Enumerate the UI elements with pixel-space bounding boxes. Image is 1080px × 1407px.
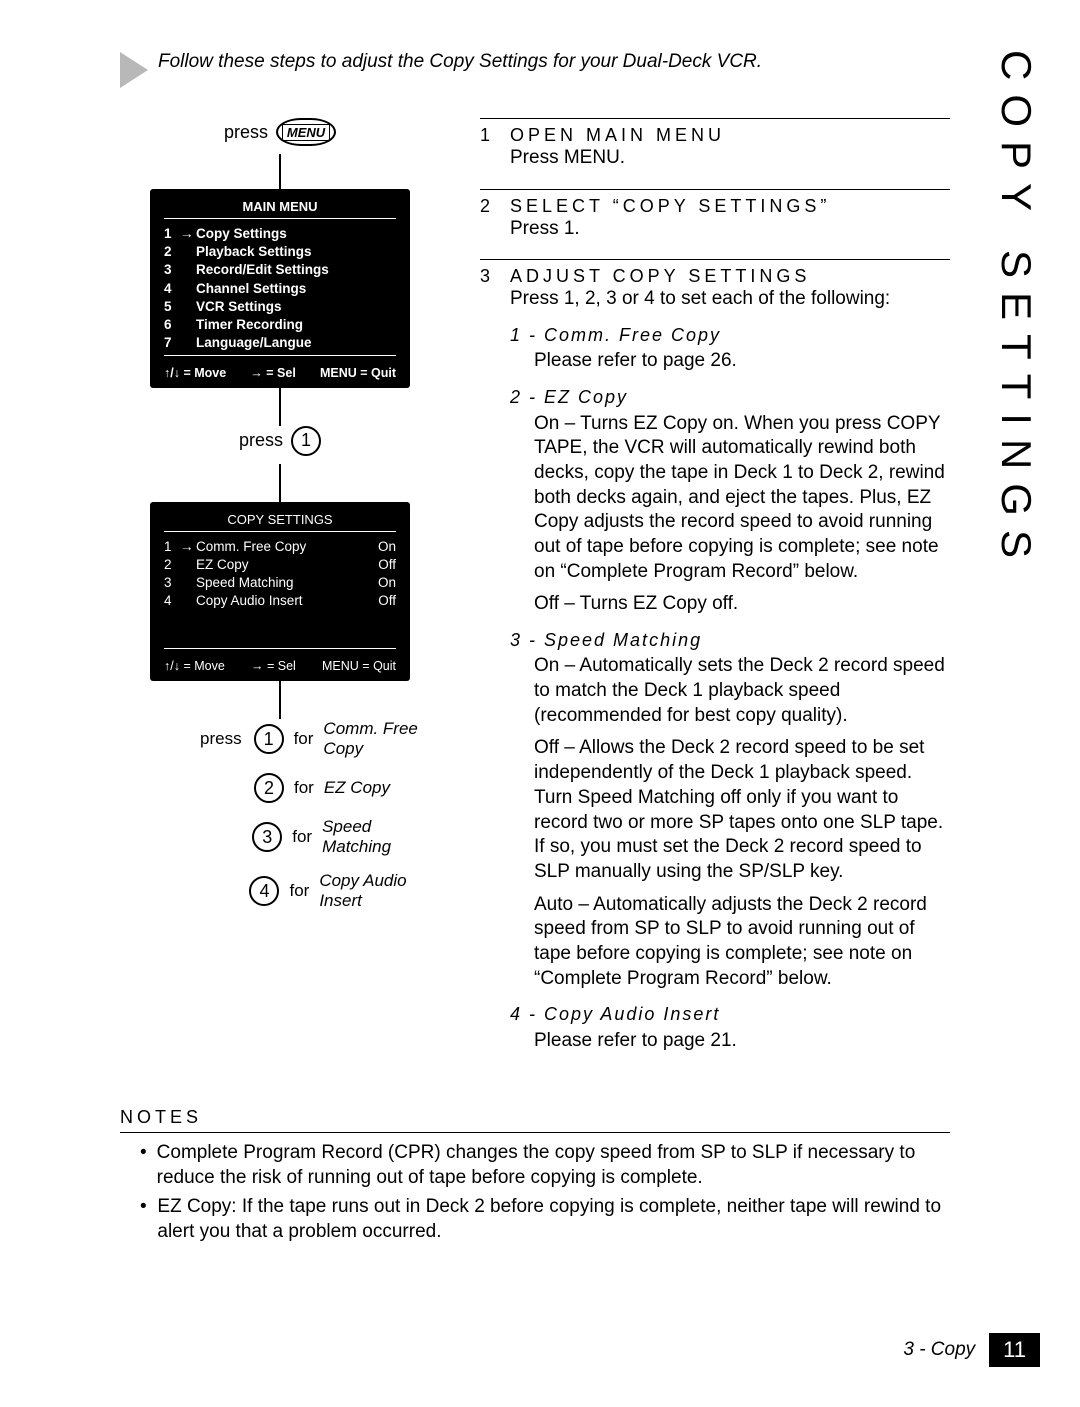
press-1-button: 1 [291,426,321,456]
sub-3-body-auto: Auto – Automatically adjusts the Deck 2 … [534,893,950,992]
arrow-right-icon [120,52,148,88]
chapter-label: 3 - Copy [903,1339,989,1361]
main-menu-item: 2Playback Settings [150,243,410,261]
option-row: press 1 for Comm. Free Copy [200,719,440,759]
main-menu-title: MAIN MENU [150,199,410,214]
number-button: 1 [254,724,284,754]
sub-3-head: 3 - Speed Matching [510,629,950,652]
main-menu-item: 7Language/Langue [150,334,410,352]
sub-2-body-off: Off – Turns EZ Copy off. [534,592,950,617]
copy-settings-item: 4Copy Audio InsertOff [150,592,410,610]
notes-title: NOTES [120,1107,950,1128]
number-button: 4 [249,876,279,906]
step-number: 1 [480,125,492,146]
connector-line [279,154,281,189]
main-menu-item: 3Record/Edit Settings [150,261,410,279]
foot-quit: MENU = Quit [320,366,396,380]
copy-settings-osd: COPY SETTINGS 1→Comm. Free CopyOn2EZ Cop… [150,502,410,682]
step-title: SELECT “COPY SETTINGS” [510,196,830,217]
option-name: Copy Audio Insert [319,871,440,911]
step-body: Press MENU. [510,146,950,171]
divider [164,648,396,649]
for-label: for [294,729,314,749]
menu-button-text: MENU [282,124,330,141]
copy-settings-item: 3Speed MatchingOn [150,574,410,592]
main-menu-item: 6Timer Recording [150,316,410,334]
step-body: Press 1. [510,217,950,242]
number-button: 2 [254,773,284,803]
step-title: ADJUST COPY SETTINGS [510,266,810,287]
divider [480,118,950,119]
sub-4-head: 4 - Copy Audio Insert [510,1003,950,1026]
main-menu-osd: MAIN MENU 1→Copy Settings2Playback Setti… [150,189,410,388]
sub-2-body-on: On – Turns EZ Copy on. When you press CO… [534,412,950,585]
main-menu-item: 5VCR Settings [150,298,410,316]
step-3: 3 ADJUST COPY SETTINGS Press 1, 2, 3 or … [480,259,950,1053]
option-name: EZ Copy [324,778,390,798]
number-button: 3 [252,822,282,852]
menu-button-graphic: MENU [276,118,336,146]
press-label: press [224,122,268,143]
divider [164,531,396,532]
copy-settings-item: 1→Comm. Free CopyOn [150,538,410,556]
step-number: 2 [480,196,492,217]
step-number: 3 [480,266,492,287]
divider [164,355,396,356]
option-row: 3 for Speed Matching [200,817,440,857]
foot-move: ↑/↓ = Move [164,366,226,380]
option-name: Speed Matching [322,817,440,857]
note-item: •EZ Copy: If the tape runs out in Deck 2… [120,1195,950,1244]
divider [480,189,950,190]
option-name: Comm. Free Copy [323,719,440,759]
page-number: 11 [989,1333,1040,1367]
foot-sel: → = Sel [250,366,296,380]
main-menu-item: 1→Copy Settings [150,225,410,243]
page-footer: 3 - Copy 11 [903,1333,1040,1367]
press-label: press [200,729,242,749]
sub-4-body: Please refer to page 21. [534,1029,950,1054]
divider [120,1132,950,1133]
step-2: 2 SELECT “COPY SETTINGS” Press 1. [480,189,950,242]
step-body: Press 1, 2, 3 or 4 to set each of the fo… [510,287,950,312]
sub-3-body-on: On – Automatically sets the Deck 2 recor… [534,654,950,728]
press-label: press [239,430,283,451]
copy-settings-title: COPY SETTINGS [150,512,410,527]
for-label: for [294,778,314,798]
intro-text: Follow these steps to adjust the Copy Se… [158,50,762,74]
connector-line [279,464,281,502]
sub-2-head: 2 - EZ Copy [510,386,950,409]
for-label: for [289,881,309,901]
sub-1-body: Please refer to page 26. [534,349,950,374]
page-content: Follow these steps to adjust the Copy Se… [120,50,950,1248]
note-item: •Complete Program Record (CPR) changes t… [120,1141,950,1190]
intro-row: Follow these steps to adjust the Copy Se… [120,50,950,88]
main-menu-item: 4Channel Settings [150,280,410,298]
sub-1-head: 1 - Comm. Free Copy [510,324,950,347]
option-row: 2 for EZ Copy [200,773,440,803]
sub-3-body-off: Off – Allows the Deck 2 record speed to … [534,736,950,884]
notes-block: NOTES •Complete Program Record (CPR) cha… [120,1107,950,1244]
step-title: OPEN MAIN MENU [510,125,725,146]
instructions-column: 1 OPEN MAIN MENU Press MENU. 2 SELECT “C… [480,118,950,1071]
connector-line [279,388,281,426]
divider [480,259,950,260]
option-row: 4 for Copy Audio Insert [200,871,440,911]
step-1: 1 OPEN MAIN MENU Press MENU. [480,118,950,171]
divider [164,218,396,219]
copy-settings-item: 2EZ CopyOff [150,556,410,574]
connector-line [279,681,281,719]
for-label: for [292,827,312,847]
foot-quit: MENU = Quit [322,659,396,673]
side-page-title: COPY SETTINGS [992,50,1040,572]
foot-sel: → = Sel [251,659,296,673]
foot-move: ↑/↓ = Move [164,659,225,673]
diagram-column: press MENU MAIN MENU 1→Copy Settings2Pla… [120,118,440,1071]
